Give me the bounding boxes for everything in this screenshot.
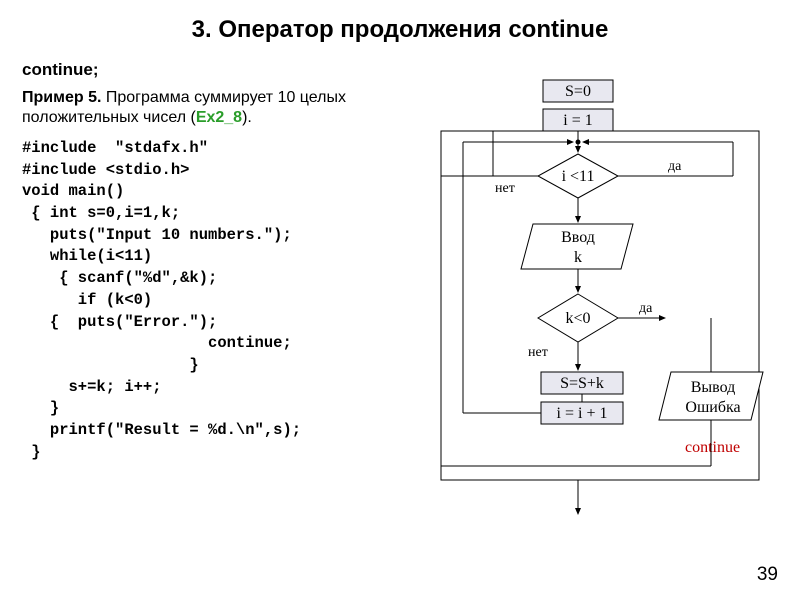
flow-init-s: S=0: [565, 83, 591, 100]
slide: 3. Оператор продолжения continue continu…: [0, 0, 800, 600]
example-label: Пример 5.: [22, 89, 101, 106]
flow-cond1: i <11: [562, 168, 595, 185]
flow-cond2: k<0: [565, 310, 590, 327]
flow-error: Вывод: [691, 379, 736, 396]
flow-no2: нет: [528, 345, 548, 360]
continue-statement: continue;: [22, 60, 427, 80]
flow-init-i: i = 1: [563, 112, 592, 129]
flow-assign: S=S+k: [560, 375, 604, 392]
flow-input-k: k: [574, 249, 582, 266]
flow-no1: нет: [495, 181, 515, 196]
flow-yes1: да: [668, 159, 682, 174]
flow-yes2: да: [639, 301, 653, 316]
code-block: #include "stdafx.h" #include <stdio.h> v…: [22, 138, 427, 463]
example-ref: Ex2_8: [196, 109, 242, 126]
page-number: 39: [757, 564, 778, 586]
flow-input: Ввод: [561, 229, 595, 246]
flow-error2: Ошибка: [685, 399, 740, 416]
flow-continue-label: continue: [685, 439, 740, 456]
flow-inc: i = i + 1: [557, 405, 608, 422]
left-column: continue; Пример 5. Программа суммирует …: [22, 60, 427, 463]
example-close: ).: [242, 109, 252, 126]
slide-title: 3. Оператор продолжения continue: [22, 16, 778, 44]
example-description: Пример 5. Программа суммирует 10 целых п…: [22, 88, 427, 128]
flowchart-svg: S=0 i = 1 i <11 да нет Ввод: [433, 74, 778, 574]
flowchart: S=0 i = 1 i <11 да нет Ввод: [433, 74, 778, 574]
